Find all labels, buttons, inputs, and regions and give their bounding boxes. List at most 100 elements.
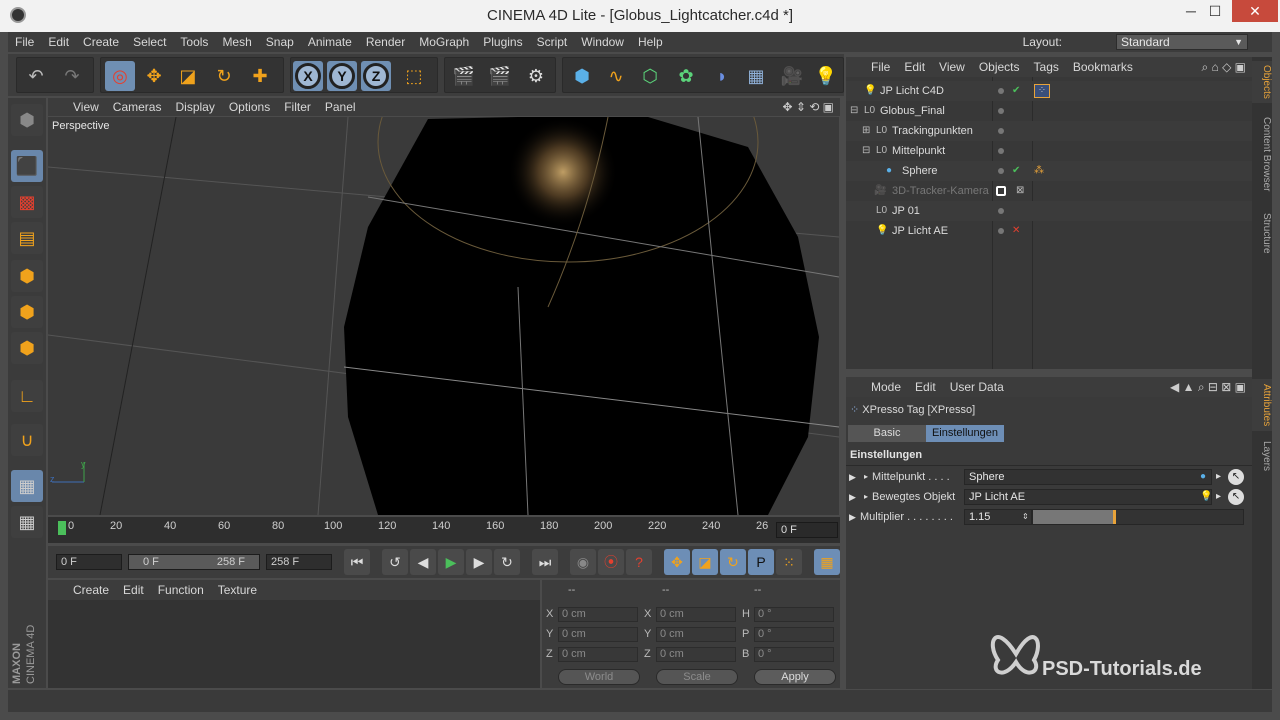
- edges-mode-icon[interactable]: ⬢: [11, 296, 43, 328]
- coordinate-system-icon[interactable]: ⬚: [399, 61, 429, 91]
- visibility-dot[interactable]: [998, 148, 1004, 154]
- key-parameter-icon[interactable]: P: [748, 549, 774, 575]
- size-x-field[interactable]: 0 cm: [656, 607, 736, 622]
- cloner-icon[interactable]: ✿: [671, 61, 701, 91]
- cube-object-icon[interactable]: ⬢: [567, 61, 597, 91]
- key-rotation-icon[interactable]: ↻: [720, 549, 746, 575]
- axis-mode-icon[interactable]: ∟: [11, 380, 43, 412]
- attr-menu-mode[interactable]: Mode: [864, 377, 908, 397]
- viewport-menu-filter[interactable]: Filter: [277, 98, 318, 116]
- render-view-icon[interactable]: 🎬: [449, 61, 479, 91]
- object-row-3d-tracker-kamera[interactable]: 🎥 3D-Tracker-Kamera ⊠: [846, 181, 1252, 201]
- x-axis-lock-button[interactable]: X: [293, 61, 323, 91]
- workplane-mode-icon[interactable]: ▤: [11, 222, 43, 254]
- menu-plugins[interactable]: Plugins: [476, 32, 529, 52]
- xpresso-tag-icon[interactable]: ⁘: [1034, 84, 1050, 98]
- om-menu-view[interactable]: View: [932, 57, 972, 77]
- mittelpunkt-link-field[interactable]: Sphere: [964, 469, 1212, 485]
- animate-toggle-icon[interactable]: ▶: [849, 468, 856, 486]
- close-button[interactable]: ✕: [1232, 0, 1278, 22]
- viewport-menu-view[interactable]: View: [66, 98, 106, 116]
- attr-nav-icons[interactable]: ◀ ▲ ⌕ ⊟ ⊠ ▣: [1170, 377, 1246, 397]
- enabled-check-icon[interactable]: ✔: [1012, 161, 1020, 181]
- go-to-end-icon[interactable]: ⏭: [532, 549, 558, 575]
- apply-button[interactable]: Apply: [754, 669, 836, 685]
- light-icon[interactable]: 💡: [811, 61, 841, 91]
- render-settings-icon[interactable]: ⚙: [521, 61, 551, 91]
- frame-range-slider[interactable]: 0 F 258 F: [128, 554, 260, 570]
- snap-magnet-icon[interactable]: ∪: [11, 424, 43, 456]
- texture-mode-icon[interactable]: ▩: [11, 186, 43, 218]
- object-row-jp-01[interactable]: L0 JP 01: [846, 201, 1252, 221]
- world-dropdown[interactable]: World: [558, 669, 640, 685]
- menu-file[interactable]: File: [8, 32, 41, 52]
- scale-tool-icon[interactable]: ◪: [173, 61, 203, 91]
- menu-tools[interactable]: Tools: [173, 32, 215, 52]
- object-row-trackingpunkten[interactable]: ⊞ L0 Trackingpunkten: [846, 121, 1252, 141]
- material-menu-create[interactable]: Create: [66, 580, 116, 600]
- tab-objects[interactable]: Objects: [1252, 61, 1272, 103]
- link-menu-arrow-icon[interactable]: ▸: [1216, 488, 1221, 506]
- end-frame-field[interactable]: 258 F: [266, 554, 332, 570]
- enabled-check-icon[interactable]: ✔: [1012, 81, 1020, 101]
- menu-script[interactable]: Script: [530, 32, 575, 52]
- om-menu-objects[interactable]: Objects: [972, 57, 1027, 77]
- tab-einstellungen[interactable]: Einstellungen: [926, 425, 1004, 442]
- position-z-field[interactable]: 0 cm: [558, 647, 638, 662]
- next-frame-icon[interactable]: ▶: [466, 549, 492, 575]
- subdivision-surface-icon[interactable]: ⬡: [635, 61, 665, 91]
- timeline-window-icon[interactable]: ▦: [814, 549, 840, 575]
- make-editable-icon[interactable]: ⬢: [11, 104, 43, 136]
- expand-arrow-icon[interactable]: ▸: [864, 468, 868, 486]
- perspective-viewport[interactable]: Perspective y z: [48, 117, 839, 515]
- live-selection-icon[interactable]: ◎: [105, 61, 135, 91]
- viewport-menu-display[interactable]: Display: [168, 98, 221, 116]
- viewport-navigation-icons[interactable]: ✥ ⇕ ⟲ ▣: [782, 98, 834, 116]
- go-to-start-icon[interactable]: ⏮: [344, 549, 370, 575]
- animate-toggle-icon[interactable]: ▶: [849, 508, 856, 526]
- tab-structure[interactable]: Structure: [1252, 205, 1272, 261]
- menu-render[interactable]: Render: [359, 32, 412, 52]
- visibility-dot[interactable]: [998, 168, 1004, 174]
- material-menu-function[interactable]: Function: [151, 580, 211, 600]
- rotation-p-field[interactable]: 0 °: [754, 627, 834, 642]
- protection-tag-icon[interactable]: ⊠: [1016, 181, 1024, 201]
- spline-icon[interactable]: ∿: [601, 61, 631, 91]
- visibility-dot[interactable]: [998, 88, 1004, 94]
- viewport-menu-cameras[interactable]: Cameras: [106, 98, 169, 116]
- menu-edit[interactable]: Edit: [41, 32, 76, 52]
- link-menu-arrow-icon[interactable]: ▸: [1216, 468, 1221, 486]
- position-y-field[interactable]: 0 cm: [558, 627, 638, 642]
- y-axis-lock-button[interactable]: Y: [327, 61, 357, 91]
- attr-menu-user-data[interactable]: User Data: [943, 377, 1011, 397]
- rotate-tool-icon[interactable]: ↻: [209, 61, 239, 91]
- menu-select[interactable]: Select: [126, 32, 173, 52]
- material-menu-texture[interactable]: Texture: [211, 580, 264, 600]
- menu-window[interactable]: Window: [574, 32, 631, 52]
- next-keyframe-icon[interactable]: ↻: [494, 549, 520, 575]
- viewport-menu-options[interactable]: Options: [222, 98, 277, 116]
- pick-session-icon[interactable]: ↖: [1228, 489, 1244, 505]
- tab-layers[interactable]: Layers: [1252, 437, 1272, 475]
- keyframe-selection-icon[interactable]: ?: [626, 549, 652, 575]
- object-row-globus-final[interactable]: ⊟ L0 Globus_Final: [846, 101, 1252, 121]
- viewport-menu-panel[interactable]: Panel: [318, 98, 363, 116]
- add-tool-icon[interactable]: ✚: [245, 61, 275, 91]
- undo-icon[interactable]: ↶: [21, 61, 51, 91]
- key-scale-icon[interactable]: ◪: [692, 549, 718, 575]
- redo-icon[interactable]: ↷: [57, 61, 87, 91]
- stepper-arrows-icon[interactable]: ⇕: [1022, 508, 1029, 526]
- attr-menu-edit[interactable]: Edit: [908, 377, 943, 397]
- animate-toggle-icon[interactable]: ▶: [849, 488, 856, 506]
- tab-content-browser[interactable]: Content Browser: [1252, 109, 1272, 199]
- maximize-button[interactable]: ☐: [1198, 0, 1232, 22]
- play-icon[interactable]: ▶: [438, 549, 464, 575]
- autokey-icon[interactable]: ⦿: [598, 549, 624, 575]
- visibility-dot[interactable]: [998, 208, 1004, 214]
- previous-keyframe-icon[interactable]: ↺: [382, 549, 408, 575]
- pick-session-icon[interactable]: ↖: [1228, 469, 1244, 485]
- start-frame-field[interactable]: 0 F: [56, 554, 122, 570]
- menu-create[interactable]: Create: [76, 32, 126, 52]
- layout-select[interactable]: Standard ▼: [1116, 34, 1248, 50]
- visibility-dot[interactable]: [998, 128, 1004, 134]
